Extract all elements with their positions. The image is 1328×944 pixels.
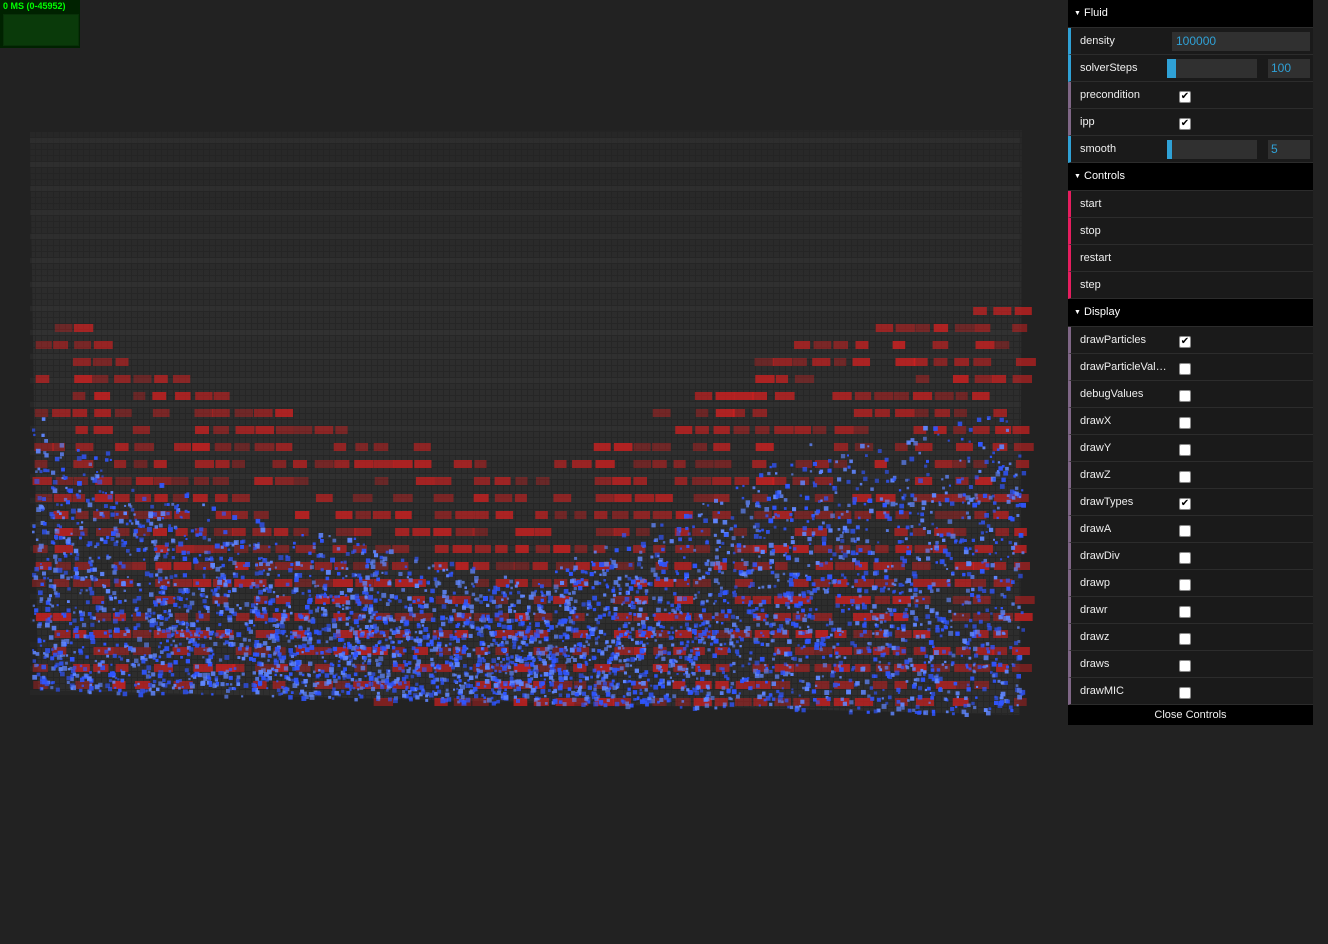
control-row-drawParticleValues: drawParticleValues [1068,354,1313,381]
smooth-number-input[interactable]: 5 [1268,140,1310,159]
draws-checkbox[interactable] [1179,660,1191,672]
control-label: precondition [1080,89,1140,101]
control-label: drawZ [1080,469,1111,481]
simulation-canvas[interactable] [0,0,1060,944]
control-label: restart [1080,252,1112,264]
control-row-drawX: drawX [1068,408,1313,435]
drawZ-checkbox[interactable] [1179,471,1191,483]
debugValues-checkbox[interactable] [1179,390,1191,402]
control-label: draws [1080,658,1110,670]
caret-down-icon: ▼ [1074,173,1081,180]
control-row-drawA: drawA [1068,516,1313,543]
control-label: smooth [1080,143,1117,155]
control-label: drawDiv [1080,550,1120,562]
control-label: stop [1080,225,1101,237]
caret-down-icon: ▼ [1074,309,1081,316]
folder-title-label: Display [1084,306,1121,318]
folder-controls-title[interactable]: ▼ Controls [1068,163,1313,191]
precondition-checkbox[interactable]: ✔ [1179,91,1191,103]
drawp-checkbox[interactable] [1179,579,1191,591]
control-label: drawParticleValues [1080,361,1172,373]
drawX-checkbox[interactable] [1179,417,1191,429]
smooth-slider[interactable] [1167,140,1257,159]
control-label: drawY [1080,442,1112,454]
slider-fill [1167,59,1176,78]
close-controls-button[interactable]: Close Controls [1068,705,1313,725]
control-row-restart[interactable]: restart [1068,245,1313,272]
control-label: drawr [1080,604,1108,616]
control-label: drawA [1080,523,1112,535]
density-input[interactable]: 100000 [1172,32,1310,51]
control-label: density [1080,35,1115,47]
control-row-draws: draws [1068,651,1313,678]
stats-graph [3,14,79,46]
drawY-checkbox[interactable] [1179,444,1191,456]
control-label: drawTypes [1080,496,1134,508]
control-row-precondition: precondition ✔ [1068,82,1313,109]
control-row-stop[interactable]: stop [1068,218,1313,245]
control-row-drawTypes: drawTypes ✔ [1068,489,1313,516]
controls-panel: ▼ Fluid density 100000 solverSteps 100 precond… [1068,0,1313,725]
control-label: drawX [1080,415,1112,427]
folder-fluid-title[interactable]: ▼ Fluid [1068,0,1313,28]
stats-readout: 0 MS (0-45952) [3,1,66,11]
solverSteps-slider[interactable] [1167,59,1257,78]
drawTypes-checkbox[interactable]: ✔ [1179,498,1191,510]
caret-down-icon: ▼ [1074,10,1081,17]
control-row-start[interactable]: start [1068,191,1313,218]
control-label: drawp [1080,577,1110,589]
control-label: drawz [1080,631,1110,643]
control-label: debugValues [1080,388,1144,400]
control-row-ipp: ipp ✔ [1068,109,1313,136]
fps-stats-panel[interactable]: 0 MS (0-45952) [0,0,80,48]
drawz-checkbox[interactable] [1179,633,1191,645]
control-row-drawr: drawr [1068,597,1313,624]
drawParticleValues-checkbox[interactable] [1179,363,1191,375]
control-row-drawDiv: drawDiv [1068,543,1313,570]
control-label: drawMIC [1080,685,1125,697]
control-label: step [1080,279,1101,291]
control-row-density: density 100000 [1068,28,1313,55]
control-label: start [1080,198,1102,210]
drawMIC-checkbox[interactable] [1179,687,1191,699]
control-row-drawY: drawY [1068,435,1313,462]
ipp-checkbox[interactable]: ✔ [1179,118,1191,130]
folder-title-label: Fluid [1084,7,1108,19]
drawr-checkbox[interactable] [1179,606,1191,618]
control-row-drawp: drawp [1068,570,1313,597]
control-row-drawMIC: drawMIC [1068,678,1313,705]
folder-title-label: Controls [1084,170,1125,182]
control-row-smooth: smooth 5 [1068,136,1313,163]
drawA-checkbox[interactable] [1179,525,1191,537]
control-label: ipp [1080,116,1095,128]
solverSteps-number-input[interactable]: 100 [1268,59,1310,78]
control-label: solverSteps [1080,62,1138,74]
slider-fill [1167,140,1172,159]
control-row-drawParticles: drawParticles ✔ [1068,327,1313,354]
control-row-debugValues: debugValues [1068,381,1313,408]
control-row-step[interactable]: step [1068,272,1313,299]
control-row-drawZ: drawZ [1068,462,1313,489]
drawDiv-checkbox[interactable] [1179,552,1191,564]
control-row-solverSteps: solverSteps 100 [1068,55,1313,82]
folder-display-title[interactable]: ▼ Display [1068,299,1313,327]
control-row-drawz: drawz [1068,624,1313,651]
control-label: drawParticles [1080,334,1147,346]
drawParticles-checkbox[interactable]: ✔ [1179,336,1191,348]
